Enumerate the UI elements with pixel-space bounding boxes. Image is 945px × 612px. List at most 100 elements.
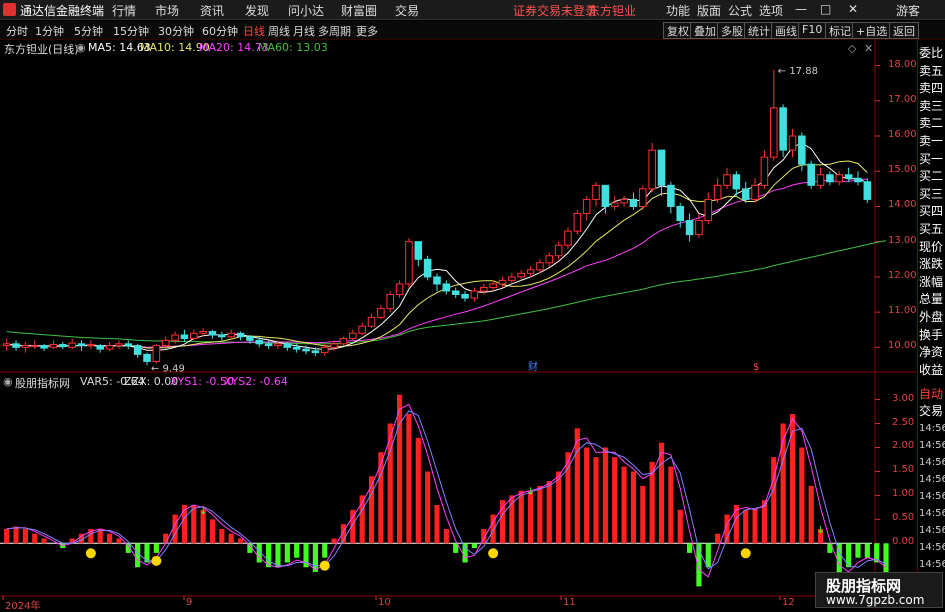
menu-item-assistant[interactable]: 问小达 <box>288 2 324 19</box>
side-quote-item[interactable]: 卖二 <box>919 115 945 133</box>
side-quote-item[interactable]: 买三 <box>919 186 945 204</box>
menu-item-trade[interactable]: 交易 <box>395 2 419 19</box>
candle-body <box>311 350 320 354</box>
side-quote-item[interactable]: 总量 <box>919 291 945 309</box>
price-tick-label: 16.00 <box>888 129 917 140</box>
candle-body <box>685 220 694 236</box>
side-quote-item[interactable]: 委比 <box>919 45 945 63</box>
candle-body <box>208 330 217 336</box>
ind-toggle-icon[interactable]: ◉ <box>3 375 13 388</box>
multi-stock-button[interactable]: 多股 <box>717 22 747 39</box>
trade-login-notice[interactable]: 证券交易未登录 <box>513 2 597 19</box>
menu-item-options[interactable]: 选项 <box>759 2 783 19</box>
candle-body <box>807 163 815 186</box>
high-price-label: ← 17.88 <box>778 66 818 77</box>
menu-item-markets[interactable]: 市场 <box>155 2 179 19</box>
tab-weekly[interactable]: 周线 <box>268 23 290 39</box>
tab-multi-period[interactable]: 多周期 <box>318 23 351 39</box>
candle-body <box>433 276 441 285</box>
app-title: 通达信金融终端 <box>20 4 105 18</box>
candle-body <box>601 184 610 207</box>
side-trade-time: 14:56 <box>919 542 945 553</box>
candle-body <box>704 198 713 222</box>
side-quote-item[interactable]: 涨幅 <box>919 274 945 292</box>
side-quote-item[interactable]: 卖一 <box>919 133 945 151</box>
menu-item-formula[interactable]: 公式 <box>728 2 752 19</box>
side-quote-item[interactable]: 买四 <box>919 203 945 221</box>
candle-body <box>639 188 647 207</box>
price-tick-label: 11.00 <box>888 305 917 317</box>
minimize-icon[interactable]: — <box>795 2 807 16</box>
candle-body <box>442 283 451 292</box>
draw-line-button[interactable]: 画线 <box>771 22 801 39</box>
side-quote-item[interactable]: 卖三 <box>919 98 945 116</box>
side-trade-tab[interactable]: 自动 <box>919 386 945 404</box>
tab-30min[interactable]: 30分钟 <box>158 23 194 39</box>
tab-1min[interactable]: 1分钟 <box>35 23 64 39</box>
side-quote-item[interactable]: 收益 <box>919 362 945 380</box>
tab-more[interactable]: 更多 <box>356 23 378 39</box>
guest-label[interactable]: 游客 <box>896 2 920 19</box>
candle-body <box>648 149 656 190</box>
tab-monthly[interactable]: 月线 <box>293 23 315 39</box>
tab-60min[interactable]: 60分钟 <box>202 23 238 39</box>
side-quote-item[interactable]: 卖四 <box>919 80 945 98</box>
side-quote-item[interactable]: 现价 <box>919 239 945 257</box>
mark-button[interactable]: 标记 <box>825 22 855 39</box>
candle-body <box>105 345 114 350</box>
candle-body <box>676 205 684 222</box>
side-quote-item[interactable]: 买五 <box>919 221 945 239</box>
menu-item-community[interactable]: 财富圈 <box>341 2 377 19</box>
close-icon[interactable]: ✕ <box>848 2 858 16</box>
side-quote-item[interactable]: 卖五 <box>919 63 945 81</box>
buy-signal-icon <box>319 560 330 571</box>
candle-body <box>610 202 619 207</box>
finance-event-mark: 财 <box>528 360 538 373</box>
candle-body <box>470 290 479 299</box>
menu-item-market[interactable]: 行情 <box>112 2 136 19</box>
candle-body <box>536 262 544 271</box>
date-tick-label: 12 <box>782 597 795 608</box>
app-logo-icon <box>3 3 16 16</box>
date-tick-label: 2024年 <box>5 601 41 612</box>
side-trade-tab[interactable]: 交易 <box>919 403 945 421</box>
side-trade-time: 14:56 <box>919 474 945 485</box>
candle-body <box>227 332 235 338</box>
date-tick-label: 9 <box>186 597 193 608</box>
f10-button[interactable]: F10 <box>798 22 827 39</box>
side-quote-item[interactable]: 买一 <box>919 151 945 169</box>
back-button[interactable]: 返回 <box>889 22 919 39</box>
side-quote-item[interactable]: 涨跌 <box>919 256 945 274</box>
candle-body <box>863 181 872 200</box>
price-chart[interactable]: ← 17.88 ← 9.49 财 $ ↓ ↓ ↓ <box>0 40 918 609</box>
adjust-button[interactable]: 复权 <box>663 22 693 39</box>
menu-item-function[interactable]: 功能 <box>666 2 690 19</box>
side-trade-time: 14:56 <box>919 440 945 451</box>
add-watchlist-button[interactable]: +自选 <box>852 22 892 39</box>
tab-15min[interactable]: 15分钟 <box>113 23 149 39</box>
tab-5min[interactable]: 5分钟 <box>74 23 103 39</box>
side-quote-item[interactable]: 净资 <box>919 344 945 362</box>
candle-body <box>508 276 516 281</box>
candle-body <box>349 332 357 340</box>
menu-item-news[interactable]: 资讯 <box>200 2 224 19</box>
tab-timeshare[interactable]: 分时 <box>6 23 28 39</box>
candle-body <box>161 339 170 347</box>
candle-body <box>405 241 413 285</box>
candle-body <box>30 345 39 348</box>
overlay-button[interactable]: 叠加 <box>690 22 720 39</box>
side-quote-item[interactable]: 换手 <box>919 327 945 345</box>
side-quote-item[interactable]: 外盘 <box>919 309 945 327</box>
menu-item-layout[interactable]: 版面 <box>697 2 721 19</box>
candle-body <box>274 343 282 347</box>
xys2-label: XYS2: -0.64 <box>224 375 288 388</box>
menu-item-discover[interactable]: 发现 <box>245 2 269 19</box>
indicator-tick-label: 3.00 <box>892 392 915 404</box>
side-quote-item[interactable]: 买二 <box>919 168 945 186</box>
tab-daily[interactable]: 日线 <box>243 23 265 39</box>
maximize-icon[interactable]: □ <box>820 2 831 16</box>
statistics-button[interactable]: 统计 <box>744 22 774 39</box>
candle-body <box>21 345 30 348</box>
candle-body <box>629 198 638 207</box>
candle-body <box>124 343 133 347</box>
